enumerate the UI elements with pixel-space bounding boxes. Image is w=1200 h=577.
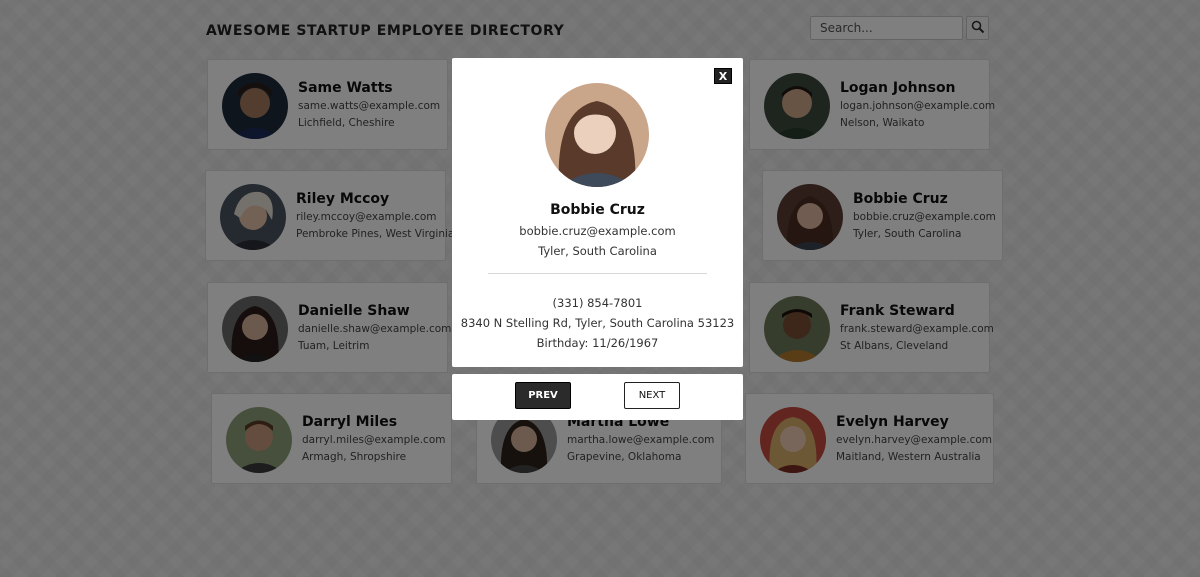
modal-nav: PREV NEXT (452, 374, 743, 420)
modal-avatar (545, 83, 649, 187)
modal-employee-birthday: Birthday: 11/26/1967 (536, 336, 659, 350)
prev-button[interactable]: PREV (515, 382, 571, 409)
employee-modal: X Bobbie Cruz bobbie.cruz@example.com Ty… (452, 58, 743, 367)
modal-employee-address: 8340 N Stelling Rd, Tyler, South Carolin… (460, 316, 735, 330)
close-button[interactable]: X (714, 68, 732, 84)
modal-employee-name: Bobbie Cruz (550, 202, 645, 218)
modal-divider (488, 273, 707, 274)
modal-employee-email: bobbie.cruz@example.com (519, 224, 676, 238)
modal-employee-phone: (331) 854-7801 (552, 296, 643, 310)
modal-employee-city: Tyler, South Carolina (538, 244, 657, 258)
next-button[interactable]: NEXT (624, 382, 680, 409)
